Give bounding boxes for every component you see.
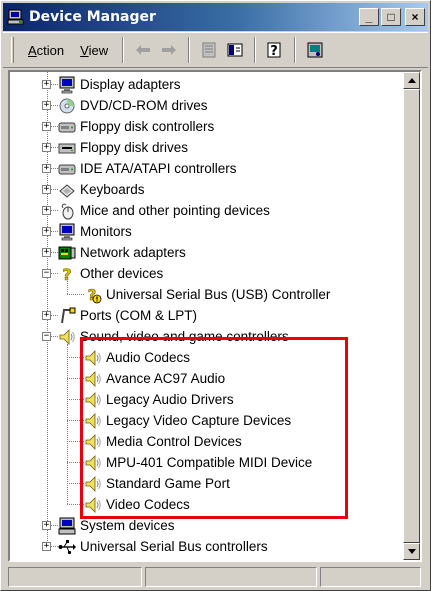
mouse-icon (58, 202, 76, 220)
menu-view-label: iew (88, 42, 109, 58)
tree-item-label: IDE ATA/ATAPI controllers (80, 161, 237, 176)
expand-toggle-icon[interactable]: + (42, 80, 51, 89)
expand-toggle-icon[interactable]: + (42, 248, 51, 257)
computer-icon (58, 517, 76, 535)
expand-toggle-icon[interactable]: + (42, 122, 51, 131)
toolbar-grip[interactable] (11, 37, 14, 63)
back-arrow-icon[interactable] (132, 39, 154, 61)
tree-category-item[interactable]: DVD/CD-ROM drives (58, 95, 208, 116)
maximize-button[interactable]: □ (381, 8, 401, 26)
tree-item-label: Network adapters (80, 245, 186, 260)
device-manager-window: Device Manager _ □ × Action View ? Displ… (0, 0, 431, 591)
tree-category-item[interactable]: Mice and other pointing devices (58, 200, 270, 221)
floppy-drive-icon (58, 139, 76, 157)
status-pane-1 (8, 567, 142, 587)
expand-toggle-icon[interactable]: + (42, 164, 51, 173)
scroll-up-button[interactable] (403, 72, 420, 89)
toolbar-separator (122, 37, 125, 63)
menu-view[interactable]: View (72, 43, 116, 58)
tree-item-label: Mice and other pointing devices (80, 203, 270, 218)
menu-action-label: ction (36, 42, 65, 58)
tree-item-label: System devices (80, 518, 175, 533)
forward-arrow-icon[interactable] (158, 39, 180, 61)
usb-icon (58, 538, 76, 556)
tree-category-item[interactable]: IDE ATA/ATAPI controllers (58, 158, 237, 179)
tree-item-label: Other devices (80, 266, 164, 281)
status-pane-2 (145, 567, 317, 587)
vertical-scrollbar[interactable] (403, 72, 420, 560)
expand-toggle-icon[interactable]: + (42, 206, 51, 215)
expand-toggle-icon[interactable]: + (42, 521, 51, 530)
tree-item-label: Monitors (80, 224, 132, 239)
tree-item-label: Universal Serial Bus (USB) Controller (106, 287, 331, 302)
show-hide-tree-icon[interactable] (224, 39, 246, 61)
monitor-icon (58, 223, 76, 241)
menu-view-mnemonic: V (80, 42, 89, 58)
tree-category-item[interactable]: Floppy disk controllers (58, 116, 214, 137)
scan-hardware-icon[interactable] (304, 39, 326, 61)
menu-action[interactable]: Action (20, 43, 72, 58)
toolbar-separator (188, 37, 191, 63)
tree-connector-line (67, 344, 68, 504)
expand-toggle-icon[interactable]: + (42, 227, 51, 236)
status-bar (8, 567, 424, 587)
tree-item-label: Floppy disk controllers (80, 119, 215, 134)
tree-category-item[interactable]: Network adapters (58, 242, 186, 263)
scroll-down-arrow-icon (407, 549, 416, 554)
svg-text:?: ? (270, 44, 278, 59)
tree-category-item[interactable]: Floppy disk drives (58, 137, 188, 158)
unknown-device-warning-icon: ? (84, 285, 102, 304)
menu-action-mnemonic: A (28, 42, 37, 58)
scroll-down-button[interactable] (403, 543, 420, 560)
toolbar-separator (294, 37, 297, 63)
svg-text:?: ? (62, 265, 71, 283)
highlight-annotation-box (80, 337, 348, 519)
scroll-up-arrow-icon (407, 78, 416, 83)
expand-toggle-icon[interactable]: + (42, 311, 51, 320)
monitor-icon (58, 76, 76, 94)
tree-item-label: Universal Serial Bus controllers (80, 539, 268, 554)
network-card-icon (58, 244, 76, 262)
tree-category-item[interactable]: Keyboards (58, 179, 145, 200)
tree-category-item[interactable]: ? Other devices (58, 263, 163, 284)
close-button[interactable]: × (405, 8, 425, 26)
speaker-icon (58, 328, 76, 346)
tree-item-label: Display adapters (80, 77, 181, 92)
toolbar-separator (254, 37, 257, 63)
title-bar[interactable]: Device Manager _ □ × (3, 3, 428, 31)
keyboard-icon (58, 181, 76, 199)
device-manager-icon (7, 8, 25, 26)
scroll-thumb[interactable] (403, 89, 420, 543)
menu-toolbar: Action View ? (3, 32, 428, 68)
tree-category-item[interactable]: Universal Serial Bus controllers (58, 536, 268, 557)
expand-toggle-icon[interactable]: + (42, 143, 51, 152)
tree-device-item[interactable]: ? Universal Serial Bus (USB) Controller (84, 284, 330, 305)
tree-category-item[interactable]: Ports (COM & LPT) (58, 305, 197, 326)
tree-item-label: Ports (COM & LPT) (80, 308, 198, 323)
port-icon (58, 307, 76, 325)
help-icon[interactable]: ? (264, 39, 286, 61)
expand-toggle-icon[interactable]: + (42, 101, 51, 110)
expand-toggle-icon[interactable]: + (42, 542, 51, 551)
collapse-toggle-icon[interactable]: − (42, 269, 51, 278)
tree-item-label: Keyboards (80, 182, 145, 197)
unknown-device-icon: ? (58, 264, 76, 284)
tree-item-label: Floppy disk drives (80, 140, 189, 155)
properties-icon[interactable] (198, 39, 220, 61)
controller-icon (58, 160, 76, 178)
cdrom-icon (58, 97, 76, 115)
minimize-button[interactable]: _ (359, 8, 379, 26)
tree-connector-line (67, 281, 68, 294)
tree-connector-line (67, 294, 84, 295)
window-title: Device Manager (29, 9, 156, 25)
tree-category-item[interactable]: Display adapters (58, 74, 181, 95)
tree-category-item[interactable]: Monitors (58, 221, 132, 242)
collapse-toggle-icon[interactable]: − (42, 332, 51, 341)
tree-item-label: DVD/CD-ROM drives (80, 98, 208, 113)
controller-icon (58, 118, 76, 136)
status-pane-3 (320, 567, 421, 587)
expand-toggle-icon[interactable]: + (42, 185, 51, 194)
